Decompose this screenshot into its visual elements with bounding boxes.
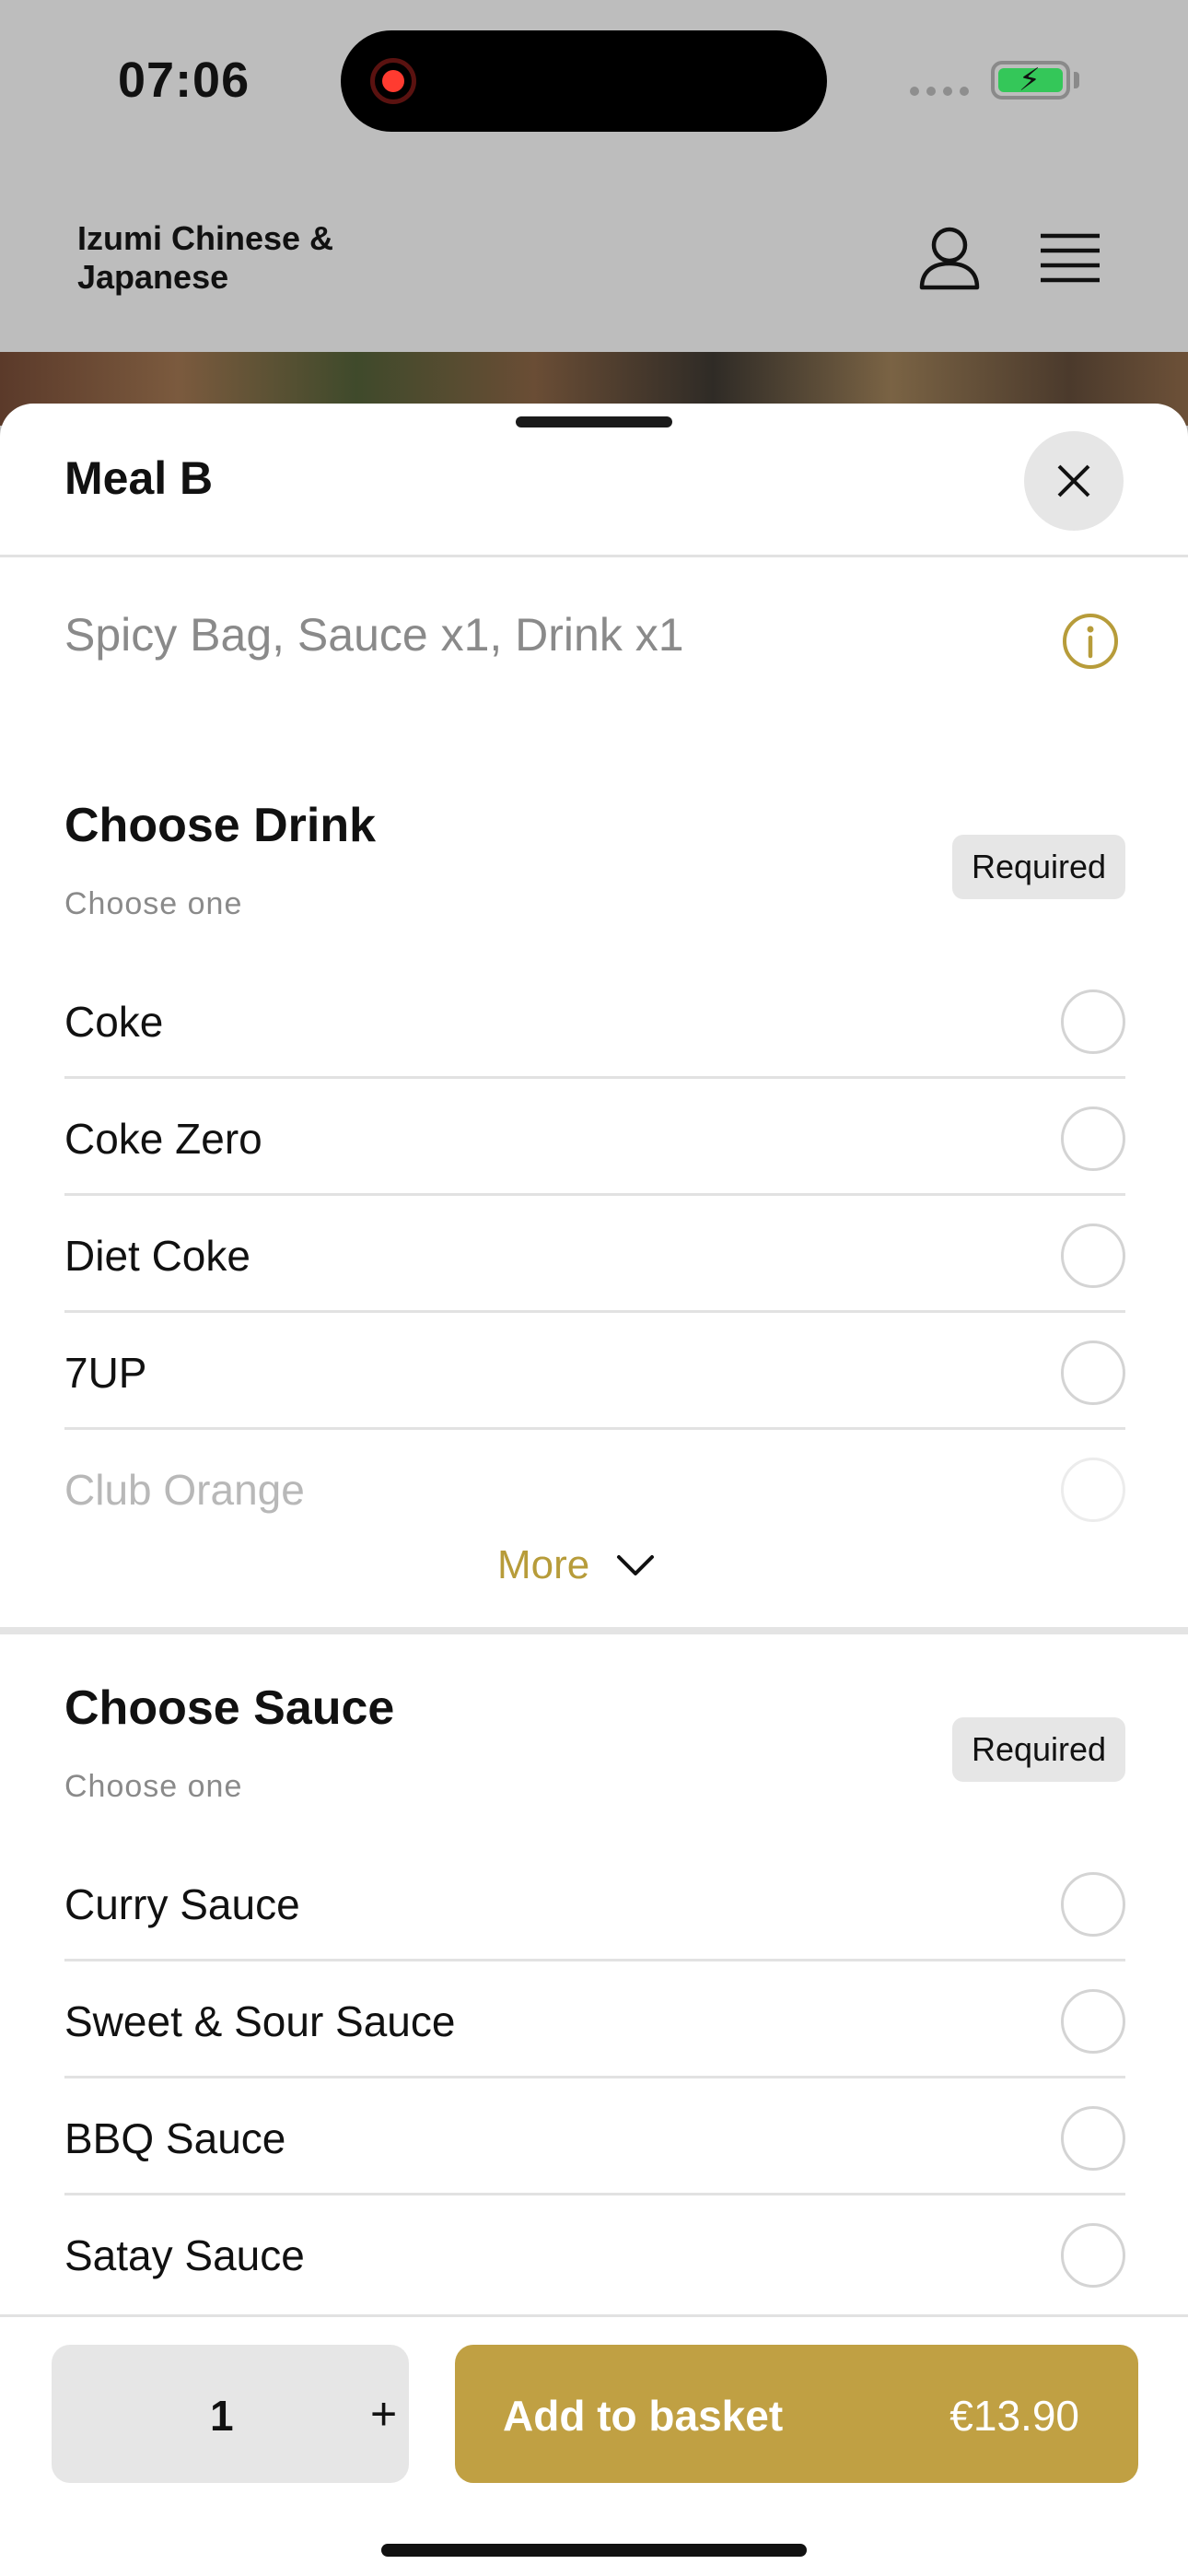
user-icon[interactable]: [912, 221, 987, 297]
app-header: Izumi Chinese & Japanese: [0, 184, 1188, 350]
section-separator: [0, 1627, 1188, 1634]
radio-button[interactable]: [1061, 1224, 1125, 1288]
radio-button[interactable]: [1061, 1107, 1125, 1171]
radio-button[interactable]: [1061, 1341, 1125, 1405]
quantity-value: 1: [210, 2392, 234, 2440]
hamburger-menu-icon[interactable]: [1039, 227, 1101, 289]
increase-quantity-button[interactable]: +: [370, 2387, 397, 2441]
add-to-basket-button[interactable]: Add to basket €13.90: [455, 2345, 1138, 2483]
sauce-option[interactable]: Satay Sauce: [64, 2195, 1125, 2313]
screen-recording-icon: [370, 58, 416, 104]
dynamic-island: [341, 30, 827, 132]
chevron-down-icon: [617, 1555, 655, 1575]
order-footer: 1 + Add to basket €13.90: [0, 2314, 1188, 2576]
drink-option[interactable]: Club Orange: [64, 1430, 1125, 1547]
sauce-required-badge: Required: [952, 1717, 1125, 1782]
option-label: 7UP: [64, 1349, 147, 1397]
radio-button[interactable]: [1061, 2223, 1125, 2288]
option-label: BBQ Sauce: [64, 2114, 286, 2162]
radio-button[interactable]: [1061, 1989, 1125, 2054]
radio-button[interactable]: [1061, 1458, 1125, 1522]
sheet-title: Meal B: [64, 452, 214, 504]
more-label: More: [497, 1542, 590, 1587]
option-label: Diet Coke: [64, 1232, 250, 1280]
drink-option[interactable]: Coke Zero: [64, 1079, 1125, 1196]
sauce-group-subtitle: Choose one: [64, 1769, 243, 1804]
meal-options-sheet: Meal B Spicy Bag, Sauce x1, Drink x1 Cho…: [0, 404, 1188, 2576]
radio-button[interactable]: [1061, 1872, 1125, 1937]
battery-tip: [1074, 72, 1079, 88]
sauce-option[interactable]: Sweet & Sour Sauce: [64, 1961, 1125, 2078]
divider: [0, 555, 1188, 557]
screen: 07:06 ⚡ Izumi Chinese & Japanese Meal B …: [0, 0, 1188, 2576]
add-to-basket-label: Add to basket: [503, 2392, 784, 2440]
cellular-signal-icon: [910, 87, 969, 96]
sheet-grabber[interactable]: [516, 416, 672, 427]
close-button[interactable]: [1024, 431, 1124, 531]
drink-required-badge: Required: [952, 835, 1125, 899]
total-price: €13.90: [949, 2392, 1079, 2440]
drink-group-subtitle: Choose one: [64, 886, 243, 921]
drink-option[interactable]: Coke: [64, 962, 1125, 1079]
option-label: Club Orange: [64, 1466, 305, 1514]
drink-option[interactable]: 7UP: [64, 1313, 1125, 1430]
status-bar: 07:06 ⚡: [0, 0, 1188, 166]
option-label: Coke: [64, 998, 164, 1046]
info-icon[interactable]: [1061, 612, 1120, 671]
radio-button[interactable]: [1061, 2106, 1125, 2171]
option-label: Satay Sauce: [64, 2231, 305, 2279]
battery-icon: ⚡: [991, 61, 1070, 100]
close-icon: [1057, 464, 1090, 498]
charging-bolt-icon: ⚡: [1019, 63, 1041, 98]
drink-group-title: Choose Drink: [64, 799, 377, 852]
home-indicator[interactable]: [381, 2544, 807, 2557]
sauce-option[interactable]: BBQ Sauce: [64, 2078, 1125, 2195]
radio-button[interactable]: [1061, 989, 1125, 1054]
sauce-group-title: Choose Sauce: [64, 1681, 395, 1735]
more-options-button[interactable]: More: [497, 1533, 656, 1598]
meal-description: Spicy Bag, Sauce x1, Drink x1: [64, 609, 684, 661]
option-label: Sweet & Sour Sauce: [64, 1997, 456, 2045]
restaurant-name[interactable]: Izumi Chinese & Japanese: [77, 219, 409, 297]
quantity-stepper[interactable]: 1 +: [52, 2345, 409, 2483]
drink-option[interactable]: Diet Coke: [64, 1196, 1125, 1313]
option-label: Coke Zero: [64, 1115, 262, 1163]
option-label: Curry Sauce: [64, 1880, 300, 1928]
sauce-option[interactable]: Curry Sauce: [64, 1844, 1125, 1961]
status-time: 07:06: [118, 53, 250, 108]
